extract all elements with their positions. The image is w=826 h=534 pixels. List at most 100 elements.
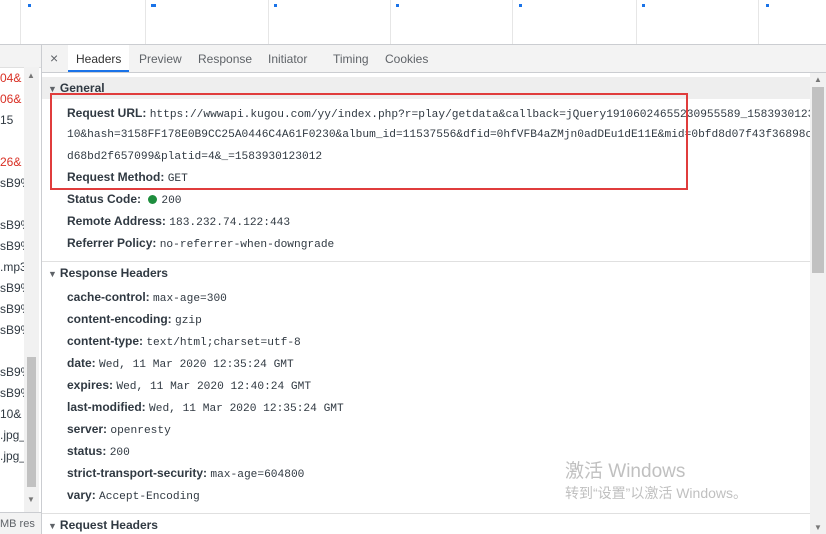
response-header-row: cache-control: max-age=300 (67, 286, 804, 310)
header-key: strict-transport-security: (67, 466, 208, 480)
response-header-row: status: 200 (67, 440, 804, 464)
header-value: gzip (175, 315, 202, 327)
request-list-item[interactable]: 10& (0, 404, 24, 425)
timeline-gridline (636, 0, 637, 44)
response-header-row: content-type: text/html;charset=utf-8 (67, 330, 804, 354)
remote-address-value: 183.232.74.122:443 (169, 217, 291, 229)
request-list-header (0, 45, 41, 68)
request-list-item[interactable]: sB9% (0, 173, 24, 194)
request-list-item[interactable]: sB9% (0, 278, 24, 299)
request-list-item[interactable]: sB9% (0, 236, 24, 257)
header-key: date: (67, 356, 96, 370)
timeline-mark (766, 4, 769, 7)
header-value: Wed, 11 Mar 2020 12:40:24 GMT (116, 381, 312, 393)
request-list-item[interactable]: sB9% (0, 383, 24, 404)
timeline-mark (28, 4, 31, 7)
timeline-gridline (758, 0, 759, 44)
timeline-gridline (512, 0, 513, 44)
request-headers-title: Request Headers (59, 518, 158, 532)
request-list-item[interactable]: .jpg_ (0, 446, 24, 467)
response-headers-title: Response Headers (59, 266, 168, 280)
header-key: server: (67, 422, 108, 436)
timeline-gridline (390, 0, 391, 44)
network-timeline[interactable] (0, 0, 826, 45)
activation-watermark-title: 激活 Windows (565, 461, 686, 482)
scroll-up-icon[interactable]: ▲ (814, 75, 822, 84)
triangle-down-icon: ▼ (48, 269, 57, 279)
status-code-row: Status Code: 200 (67, 188, 804, 212)
request-list-item[interactable]: 26& (0, 152, 24, 173)
response-headers-toggle[interactable]: ▼ Response Headers (42, 261, 810, 283)
header-value: text/html;charset=utf-8 (146, 337, 301, 349)
tab-preview[interactable]: Preview (131, 45, 190, 72)
highlight-box (50, 93, 688, 190)
tab-timing[interactable]: Timing (325, 45, 377, 72)
header-key: cache-control: (67, 290, 150, 304)
request-list-item[interactable]: sB9% (0, 320, 24, 341)
response-header-row: content-encoding: gzip (67, 308, 804, 332)
request-list-item[interactable]: 06& (0, 89, 24, 110)
header-key: status: (67, 444, 107, 458)
request-list-item[interactable] (0, 341, 24, 362)
scroll-down-icon[interactable]: ▼ (814, 523, 822, 532)
header-value: 200 (109, 447, 130, 459)
request-list-item[interactable] (0, 194, 24, 215)
tab-response[interactable]: Response (190, 45, 260, 72)
header-value: Accept-Encoding (99, 491, 200, 503)
referrer-policy-key: Referrer Policy: (67, 236, 157, 250)
response-header-row: date: Wed, 11 Mar 2020 12:35:24 GMT (67, 352, 804, 376)
tab-cookies[interactable]: Cookies (377, 45, 436, 72)
response-header-row: server: openresty (67, 418, 804, 442)
remote-address-row: Remote Address: 183.232.74.122:443 (67, 210, 804, 234)
detail-tabs: × Headers Preview Response Initiator Tim… (42, 45, 826, 73)
header-key: vary: (67, 488, 96, 502)
header-value: Wed, 11 Mar 2020 12:35:24 GMT (99, 359, 294, 371)
triangle-down-icon: ▼ (48, 521, 57, 531)
request-headers-toggle[interactable]: ▼ Request Headers (42, 513, 810, 534)
response-header-row: expires: Wed, 11 Mar 2020 12:40:24 GMT (67, 374, 804, 398)
timeline-mark (151, 4, 156, 7)
request-list-item[interactable]: 04& (0, 68, 24, 89)
request-list-item[interactable]: sB9% (0, 299, 24, 320)
response-header-row: last-modified: Wed, 11 Mar 2020 12:35:24… (67, 396, 804, 420)
header-value: max-age=300 (153, 293, 227, 305)
timeline-mark (519, 4, 522, 7)
header-key: content-type: (67, 334, 143, 348)
headers-scroll-thumb[interactable] (812, 87, 824, 273)
status-code-value: 200 (161, 195, 182, 207)
referrer-policy-value: no-referrer-when-downgrade (159, 239, 335, 251)
header-key: expires: (67, 378, 114, 392)
timeline-mark (274, 4, 277, 7)
timeline-gridline (268, 0, 269, 44)
close-icon[interactable]: × (50, 51, 58, 65)
header-value: openresty (110, 425, 171, 437)
request-list-item[interactable]: sB9% (0, 362, 24, 383)
request-list-scrollbar[interactable]: ▲ ▼ (24, 67, 39, 534)
tab-headers[interactable]: Headers (68, 45, 130, 72)
request-list-item[interactable] (0, 131, 24, 152)
scroll-down-icon[interactable]: ▼ (27, 495, 35, 504)
request-list-panel: 04&06&1526&sB9%sB9%sB9%.mp3sB9%sB9%sB9%s… (0, 45, 42, 534)
referrer-policy-row: Referrer Policy: no-referrer-when-downgr… (67, 232, 804, 256)
request-list-item[interactable]: .mp3 (0, 257, 24, 278)
header-value: max-age=604800 (210, 469, 305, 481)
request-list-scroll-thumb[interactable] (27, 357, 36, 487)
header-value: Wed, 11 Mar 2020 12:35:24 GMT (149, 403, 344, 415)
timeline-gridline (145, 0, 146, 44)
request-list-item[interactable]: sB9% (0, 215, 24, 236)
scroll-up-icon[interactable]: ▲ (27, 71, 35, 80)
request-list-item[interactable]: 15 (0, 110, 24, 131)
timeline-gridline (20, 0, 21, 44)
activation-watermark-subtitle: 转到“设置”以激活 Windows。 (565, 485, 748, 501)
timeline-mark (642, 4, 645, 7)
timeline-mark (396, 4, 399, 7)
header-key: content-encoding: (67, 312, 172, 326)
transfer-summary: MB res (0, 512, 41, 534)
status-ok-icon (148, 195, 158, 204)
headers-scrollbar[interactable]: ▲ ▼ (810, 73, 826, 534)
status-code-key: Status Code: (67, 192, 142, 206)
remote-address-key: Remote Address: (67, 214, 166, 228)
request-list-item[interactable]: .jpg_ (0, 425, 24, 446)
tab-initiator[interactable]: Initiator (260, 45, 315, 72)
header-key: last-modified: (67, 400, 146, 414)
